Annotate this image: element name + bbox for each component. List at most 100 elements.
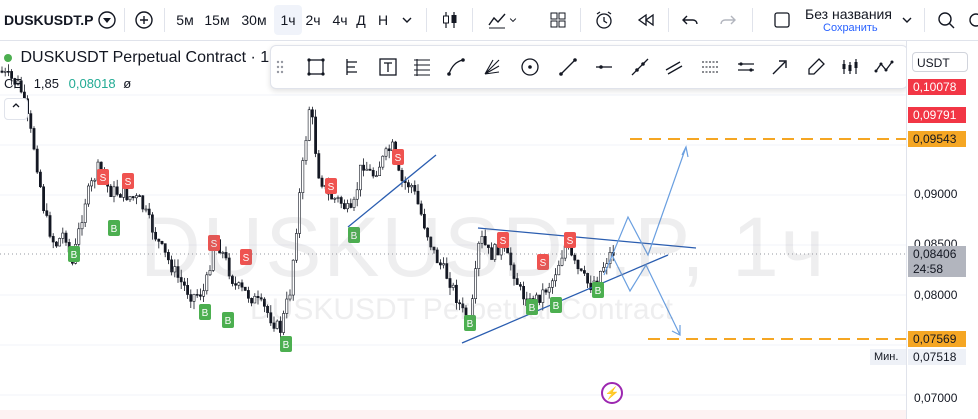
parallel-channel-icon[interactable] xyxy=(661,54,687,80)
replay-icon[interactable] xyxy=(632,0,660,40)
alert-icon[interactable] xyxy=(590,0,618,40)
indicators-icon[interactable] xyxy=(482,0,522,40)
legend-title[interactable]: DUSKUSDT Perpetual Contract · 1ч xyxy=(20,49,277,66)
indicator-name[interactable]: CE xyxy=(4,76,22,91)
add-symbol-icon[interactable] xyxy=(130,0,158,40)
fan-tool-icon[interactable] xyxy=(479,54,505,80)
candle-body xyxy=(368,168,372,171)
interval-label: 30м xyxy=(241,12,267,28)
chevron-down-icon[interactable] xyxy=(396,0,418,40)
save-link[interactable]: Сохранить xyxy=(805,22,895,35)
price-badge-second: 0,09791 xyxy=(908,107,966,123)
buy-signal-marker: B xyxy=(280,336,292,352)
candle-body xyxy=(58,238,62,247)
indicator-legend: CE 1,85 0,08018 ø xyxy=(4,76,131,91)
candle-body xyxy=(32,128,36,150)
min-value: 0,07518 xyxy=(908,349,966,365)
layout-checkbox[interactable] xyxy=(770,0,794,40)
pitchfork-tool-icon[interactable] xyxy=(339,54,365,80)
fib-tool-icon[interactable] xyxy=(409,54,435,80)
rectangle-tool-icon[interactable] xyxy=(303,54,329,80)
candle-body xyxy=(400,170,404,181)
symbol-search-button[interactable]: DUSKUSDT.P xyxy=(4,0,93,40)
price-badge-current: 0,08406 xyxy=(908,246,966,262)
candle-body xyxy=(54,241,58,247)
candle-body xyxy=(410,185,414,188)
candle-body xyxy=(304,140,308,161)
interval-1h[interactable]: 1ч xyxy=(274,5,302,35)
interval-5m[interactable]: 5м xyxy=(171,0,199,40)
candle-body xyxy=(112,186,116,197)
candle-body xyxy=(358,164,362,191)
interval-day[interactable]: Д xyxy=(350,0,372,40)
interval-week[interactable]: Н xyxy=(372,0,394,40)
drag-handle-icon[interactable] xyxy=(273,54,287,80)
currency-select[interactable]: USDT xyxy=(912,52,968,72)
candle-body xyxy=(38,171,42,188)
indicator-value-3: ø xyxy=(123,76,132,91)
candle-body xyxy=(413,185,417,192)
candle-body xyxy=(138,195,142,197)
signal-label: S xyxy=(395,153,402,164)
layout-name-button[interactable]: Без названия Сохранить xyxy=(805,6,895,36)
buy-signal-marker: B xyxy=(68,246,80,262)
candle-body xyxy=(0,70,4,73)
chevron-down-icon[interactable] xyxy=(898,0,916,40)
ray-tool-icon[interactable] xyxy=(627,54,653,80)
settings-icon[interactable] xyxy=(964,0,978,40)
quick-search-icon[interactable] xyxy=(932,0,960,40)
text-tool-icon[interactable] xyxy=(375,54,401,80)
candle-body xyxy=(93,179,97,182)
top-toolbar: DUSKUSDT.P 5м 15м 30м 1ч 2ч 4ч Д Н Без н… xyxy=(0,0,978,41)
candle-body xyxy=(135,195,138,199)
signal-label: B xyxy=(71,250,78,261)
signal-label: S xyxy=(328,182,335,193)
bars-pattern-icon[interactable] xyxy=(837,54,863,80)
brush-tool-icon[interactable] xyxy=(803,54,829,80)
candle-body xyxy=(131,196,135,199)
candle-body xyxy=(378,166,382,176)
redo-icon[interactable] xyxy=(714,0,742,40)
candle-body xyxy=(387,148,391,151)
range-tool-icon[interactable] xyxy=(697,54,723,80)
templates-icon[interactable] xyxy=(544,0,572,40)
collapse-legend-button[interactable] xyxy=(4,98,28,120)
trendline-tool-icon[interactable] xyxy=(555,54,581,80)
candle-body xyxy=(119,194,122,198)
interval-label: 5м xyxy=(176,12,194,28)
candle-body xyxy=(301,160,305,193)
horizontal-line-icon[interactable] xyxy=(591,54,617,80)
candle-body xyxy=(35,148,39,173)
signal-label: S xyxy=(100,173,107,184)
candles-icon[interactable] xyxy=(436,0,464,40)
interval-30m[interactable]: 30м xyxy=(240,0,268,40)
arrow-tool-icon[interactable] xyxy=(767,54,793,80)
interval-2h[interactable]: 2ч xyxy=(299,0,327,40)
candle-body xyxy=(3,71,7,73)
candle-body xyxy=(77,228,81,245)
candle-body xyxy=(406,182,410,188)
candle-body xyxy=(125,187,129,201)
sell-signal-marker: S xyxy=(122,173,134,189)
signal-label: B xyxy=(111,224,118,235)
measure-tool-icon[interactable] xyxy=(733,54,759,80)
sell-signal-marker: S xyxy=(325,178,337,194)
candle-body xyxy=(310,109,314,118)
candle-body xyxy=(122,187,126,198)
buy-signal-marker: B xyxy=(199,304,211,320)
price-badge-lower-line: 0,07569 xyxy=(908,331,966,347)
chart-pane[interactable]: SSBBSSBBBSSBSSSBBBB DUSKUSDT.P, 1ч DUSKU… xyxy=(0,41,978,419)
undo-icon[interactable] xyxy=(676,0,704,40)
candle-body xyxy=(384,148,388,157)
price-tick: 0,08000 xyxy=(914,288,958,302)
circle-tool-icon[interactable] xyxy=(517,54,543,80)
indicator-value-1: 1,85 xyxy=(33,76,59,91)
interval-15m[interactable]: 15м xyxy=(203,0,231,40)
sell-signal-marker: S xyxy=(97,169,109,185)
lightning-icon[interactable]: ⚡ xyxy=(601,382,623,404)
pattern-tool-icon[interactable] xyxy=(871,54,897,80)
curve-tool-icon[interactable] xyxy=(443,54,469,80)
interval-label: Д xyxy=(356,12,366,28)
compare-icon[interactable] xyxy=(94,0,120,40)
countdown-timer: 24:58 xyxy=(908,261,966,277)
